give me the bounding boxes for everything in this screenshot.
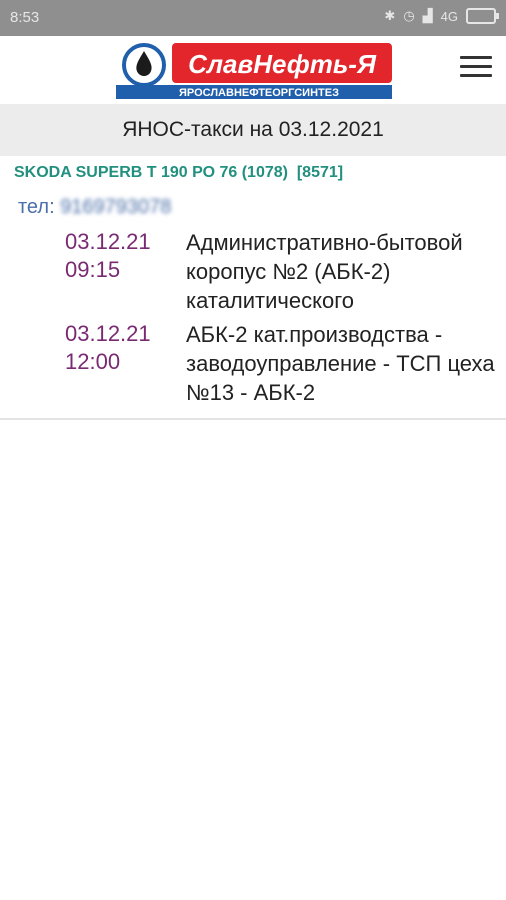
- logo-text: СлавНефть-Я: [188, 49, 377, 79]
- status-icons: ✱ ◷ ▟ 4G: [384, 8, 499, 24]
- ride-time: 12:00: [65, 349, 121, 374]
- page-title: ЯНОС-такси на 03.12.2021: [0, 104, 506, 156]
- ride-datetime: 03.12.21 12:00: [65, 320, 151, 376]
- list-divider: [0, 418, 506, 420]
- slavneft-logo: ЯРОСЛАВНЕФТЕОРГСИНТЕЗ СлавНефть-Я: [116, 43, 392, 99]
- logo-subtitle: ЯРОСЛАВНЕФТЕОРГСИНТЕЗ: [179, 87, 339, 99]
- status-time: 8:53: [10, 9, 40, 26]
- bluetooth-icon: ✱: [384, 8, 396, 23]
- network-type: 4G: [440, 8, 458, 24]
- phone-row[interactable]: тел: 9169793078: [18, 196, 171, 219]
- ride-date: 03.12.21: [65, 321, 151, 346]
- ride-datetime: 03.12.21 09:15: [65, 228, 151, 284]
- ride-row[interactable]: 03.12.21 12:00 АБК-2 кат.производства - за…: [0, 320, 506, 412]
- alarm-icon: ◷: [403, 8, 415, 23]
- app-header: ЯРОСЛАВНЕФТЕОРГСИНТЕЗ СлавНефть-Я: [0, 36, 506, 104]
- phone-number[interactable]: 9169793078: [60, 196, 171, 218]
- status-bar: 8:53 ✱ ◷ ▟ 4G: [0, 0, 506, 36]
- phone-label: тел:: [18, 196, 55, 218]
- rides-list: 03.12.21 09:15 Административно-бытовой кор…: [0, 228, 506, 412]
- ride-time: 09:15: [65, 257, 121, 282]
- menu-icon[interactable]: [460, 56, 492, 82]
- ride-route: АБК-2 кат.производства - заводоуправлени…: [186, 322, 495, 405]
- ride-route: Административно-бытовой коропус №2 (АБК-…: [186, 230, 463, 313]
- ride-row[interactable]: 03.12.21 09:15 Административно-бытовой кор…: [0, 228, 506, 320]
- car-info: SKODA SUPERB Т 190 РО 76 (1078) [8571]: [14, 164, 344, 181]
- signal-icon: ▟: [422, 8, 433, 23]
- battery-icon: [466, 8, 499, 24]
- ride-date: 03.12.21: [65, 229, 151, 254]
